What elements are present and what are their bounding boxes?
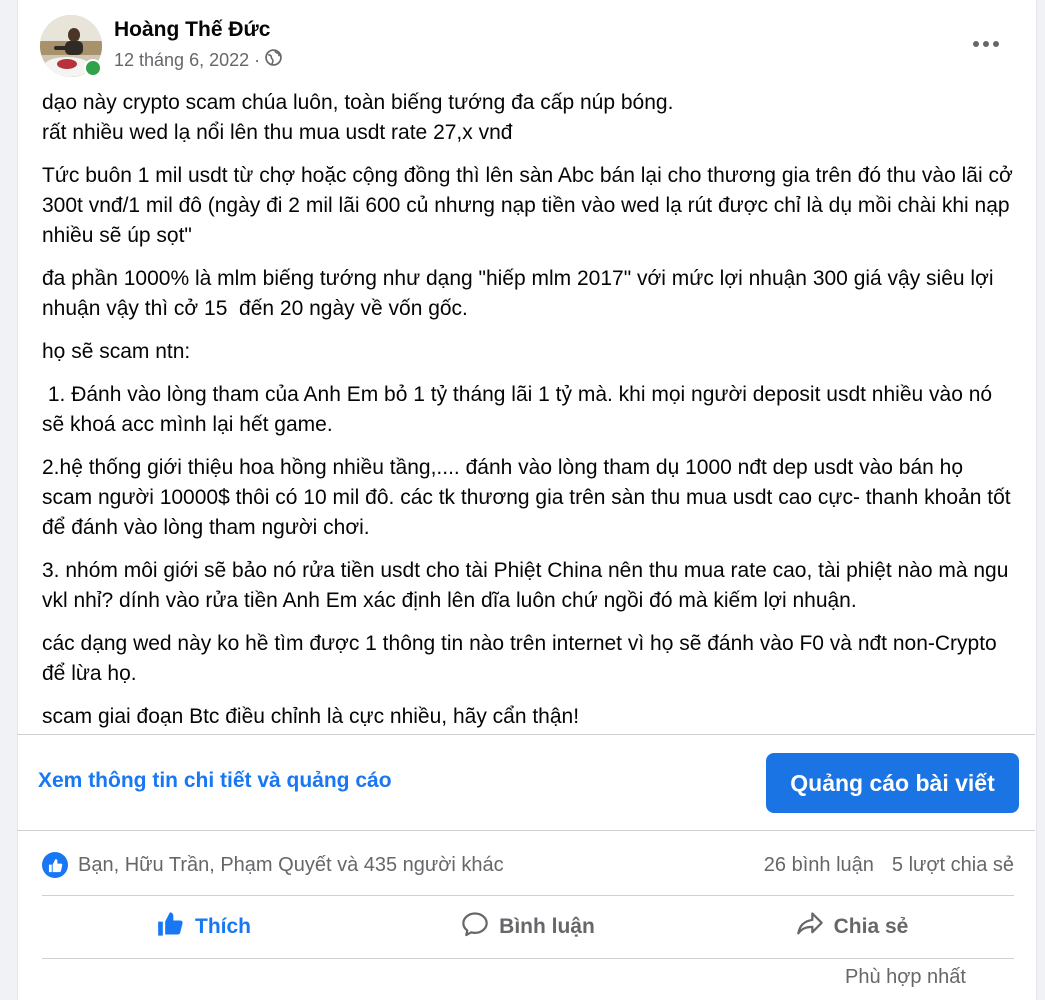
more-options-icon[interactable] bbox=[966, 26, 1006, 62]
post-paragraph: 3. nhóm môi giới sẽ bảo nó rửa tiền usdt… bbox=[42, 559, 1015, 612]
divider bbox=[42, 895, 1014, 896]
post-paragraph: scam giai đoạn Btc điều chỉnh là cực nhi… bbox=[42, 705, 580, 728]
like-reaction-icon[interactable] bbox=[42, 852, 68, 878]
post-paragraph: các dạng wed này ko hề tìm được 1 thông … bbox=[42, 632, 1003, 685]
comment-icon bbox=[461, 911, 489, 943]
boost-post-button[interactable]: Quảng cáo bài viết bbox=[766, 753, 1019, 813]
dot bbox=[993, 41, 999, 47]
like-button[interactable]: Thích bbox=[42, 911, 366, 943]
divider bbox=[42, 958, 1014, 959]
post-paragraph: đa phần 1000% là mlm biếng tướng như dạn… bbox=[42, 267, 1000, 320]
post-meta: 12 tháng 6, 2022 · bbox=[114, 49, 282, 71]
engagement-counts: 26 bình luận 5 lượt chia sẻ bbox=[764, 854, 1014, 877]
post-text: dạo này crypto scam chúa luôn, toàn biến… bbox=[42, 88, 1017, 745]
comment-button[interactable]: Bình luận bbox=[366, 911, 690, 943]
post-paragraph: 1. Đánh vào lòng tham của Anh Em bỏ 1 tỷ… bbox=[42, 383, 998, 436]
post-paragraph: 2.hệ thống giới thiệu hoa hồng nhiều tần… bbox=[42, 456, 1017, 539]
dot bbox=[973, 41, 979, 47]
comment-label: Bình luận bbox=[499, 915, 595, 938]
online-status-dot bbox=[84, 59, 102, 77]
share-button[interactable]: Chia sẻ bbox=[690, 911, 1014, 943]
share-count[interactable]: 5 lượt chia sẻ bbox=[892, 854, 1014, 877]
like-icon bbox=[157, 911, 185, 943]
share-label: Chia sẻ bbox=[833, 915, 909, 938]
post-date[interactable]: 12 tháng 6, 2022 bbox=[114, 50, 249, 71]
post-paragraph: họ sẽ scam ntn: bbox=[42, 340, 191, 363]
comment-count[interactable]: 26 bình luận bbox=[764, 854, 874, 877]
meta-separator: · bbox=[254, 49, 261, 70]
divider bbox=[17, 734, 1035, 735]
reaction-names[interactable]: Bạn, Hữu Trần, Phạm Quyết và 435 người k… bbox=[78, 854, 504, 877]
divider bbox=[17, 830, 1035, 831]
post-paragraph: dạo này crypto scam chúa luôn, toàn biến… bbox=[42, 91, 674, 144]
dot bbox=[983, 41, 989, 47]
share-icon bbox=[796, 911, 824, 943]
reaction-summary: Bạn, Hữu Trần, Phạm Quyết và 435 người k… bbox=[42, 849, 1014, 881]
like-label: Thích bbox=[195, 915, 251, 938]
author-name[interactable]: Hoàng Thế Đức bbox=[114, 18, 270, 42]
globe-icon[interactable] bbox=[265, 49, 282, 71]
post-actions: Thích Bình luận Chia sẻ bbox=[42, 902, 1014, 952]
post-paragraph: Tức buôn 1 mil usdt từ chợ hoặc cộng đồn… bbox=[42, 164, 1019, 247]
insights-ads-link[interactable]: Xem thông tin chi tiết và quảng cáo bbox=[38, 769, 392, 793]
